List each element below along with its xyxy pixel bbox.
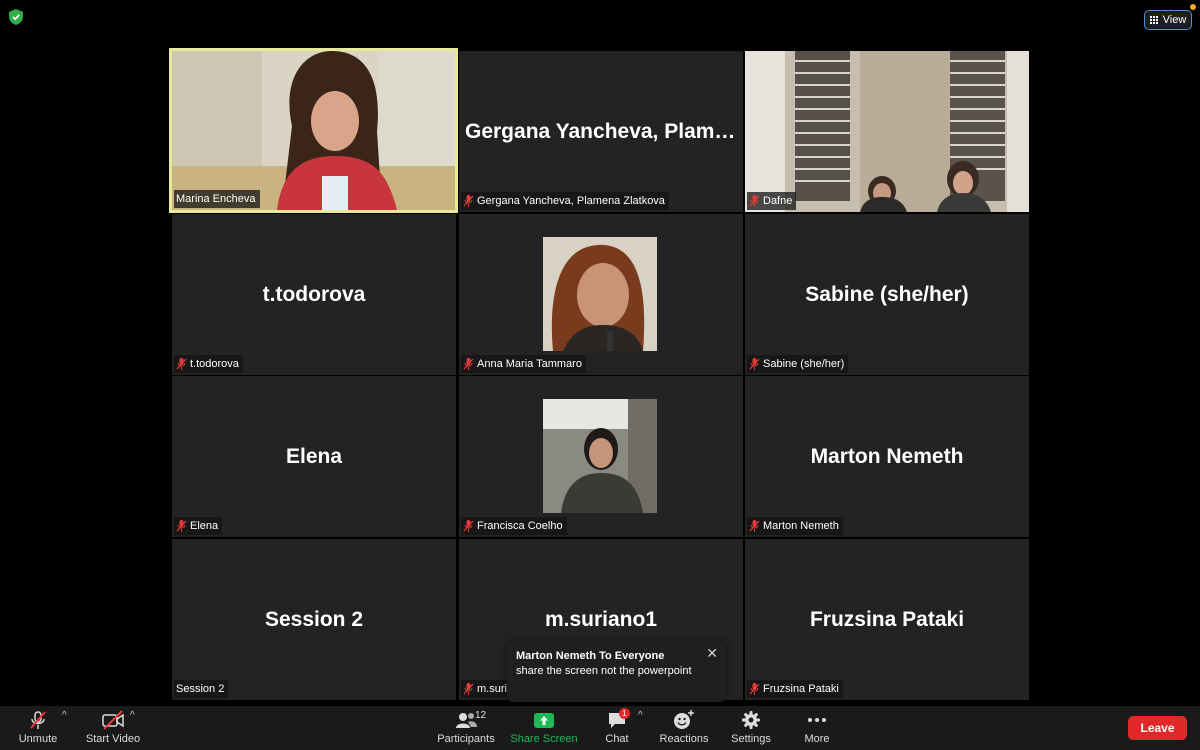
muted-mic-icon [176, 520, 187, 532]
participant-name-tag: Dafne [747, 192, 797, 210]
muted-mic-icon [463, 358, 474, 370]
chat-message: share the screen not the powerpoint [516, 665, 692, 677]
participant-name: Francisca Coelho [477, 520, 563, 532]
participant-display-name: Session 2 [264, 607, 364, 631]
muted-mic-icon [176, 358, 187, 370]
leave-button[interactable]: Leave [1128, 716, 1187, 740]
unmute-label: Unmute [18, 733, 58, 745]
participant-name: Anna Maria Tammaro [477, 358, 582, 370]
participant-profile-picture [543, 237, 657, 351]
chat-sender: Marton Nemeth To Everyone [516, 650, 665, 662]
participant-name: Fruzsina Pataki [763, 683, 839, 695]
participant-name: Dafne [763, 195, 793, 207]
more-dots-icon [808, 718, 826, 722]
video-tile-dafne[interactable]: Dafne [745, 51, 1029, 212]
participant-display-name: t.todorova [262, 282, 366, 306]
video-tile-anna-maria-tammaro[interactable]: Anna Maria Tammaro [459, 214, 743, 375]
muted-mic-icon [30, 711, 46, 729]
muted-mic-icon [463, 683, 474, 695]
video-tile-fruzsina-pataki[interactable]: Fruzsina Pataki Fruzsina Pataki [745, 539, 1029, 700]
grid-icon [1150, 16, 1159, 25]
chat-label: Chat [605, 733, 629, 745]
participant-video [745, 51, 1029, 212]
muted-mic-icon [749, 358, 760, 370]
participant-name-tag: Session 2 [174, 680, 229, 698]
view-button[interactable]: View [1144, 10, 1192, 30]
video-tile-marton-nemeth[interactable]: Marton Nemeth Marton Nemeth [745, 376, 1029, 537]
participant-name: Sabine (she/her) [763, 358, 845, 370]
video-tile-sabine[interactable]: Sabine (she/her) Sabine (she/her) [745, 214, 1029, 375]
participant-name-tag: Sabine (she/her) [747, 355, 849, 373]
participant-name-tag: Marina Encheva [174, 190, 260, 208]
muted-mic-icon [749, 195, 760, 207]
share-screen-button[interactable]: Share Screen [510, 706, 578, 750]
gear-icon [742, 711, 760, 729]
participant-name-tag: Fruzsina Pataki [747, 680, 843, 698]
participant-profile-picture [543, 399, 657, 513]
reactions-label: Reactions [659, 733, 709, 745]
audio-options-caret-icon[interactable]: ^ [62, 710, 67, 721]
participant-name-tag: Francisca Coelho [461, 517, 567, 535]
participant-name-tag: Gergana Yancheva, Plamena Zlatkova [461, 192, 669, 210]
video-tile-francisca-coelho[interactable]: Francisca Coelho [459, 376, 743, 537]
participant-display-name: Fruzsina Pataki [809, 607, 965, 631]
security-shield-icon[interactable] [9, 9, 23, 25]
notification-dot [1190, 4, 1196, 10]
participant-name-tag: Elena [174, 517, 223, 535]
participants-count: 12 [475, 710, 487, 721]
more-label: More [804, 733, 830, 745]
chat-notification-popup[interactable]: Marton Nemeth To Everyone share the scre… [507, 641, 726, 702]
video-tile-gergana-yancheva[interactable]: Gergana Yancheva, Plame... Gergana Yanch… [459, 51, 743, 212]
muted-mic-icon [463, 520, 474, 532]
settings-label: Settings [731, 733, 771, 745]
muted-mic-icon [749, 683, 760, 695]
participant-video [172, 51, 455, 210]
share-screen-label: Share Screen [510, 733, 578, 745]
participant-name-tag: Marton Nemeth [747, 517, 843, 535]
settings-button[interactable]: Settings [730, 706, 772, 750]
participant-name: Elena [190, 520, 219, 532]
participant-display-name: Elena [285, 444, 343, 468]
participant-name: Marton Nemeth [763, 520, 839, 532]
muted-mic-icon [463, 195, 474, 207]
chat-unread-badge: 1 [619, 708, 630, 719]
participant-display-name: Marton Nemeth [810, 444, 964, 468]
participants-label: Participants [437, 733, 495, 745]
reactions-icon [674, 710, 694, 729]
video-tile-marina-encheva[interactable]: Marina Encheva [169, 48, 458, 213]
close-icon[interactable]: ✕ [706, 646, 718, 661]
reactions-button[interactable]: Reactions [658, 706, 710, 750]
participant-name-tag: Anna Maria Tammaro [461, 355, 586, 373]
start-video-label: Start Video [85, 733, 141, 745]
participant-name: t.todorova [190, 358, 239, 370]
participants-button[interactable]: Participants [436, 706, 496, 750]
participant-name: Marina Encheva [176, 193, 256, 205]
share-screen-icon [534, 713, 554, 728]
more-button[interactable]: More [800, 706, 834, 750]
chat-options-caret-icon[interactable]: ^ [638, 710, 643, 721]
muted-mic-icon [749, 520, 760, 532]
unmute-button[interactable]: Unmute [14, 706, 62, 750]
participant-name: Session 2 [176, 683, 225, 695]
participant-display-name: Gergana Yancheva, Plame... [465, 119, 743, 143]
participant-name-tag: t.todorova [174, 355, 243, 373]
video-tile-elena[interactable]: Elena Elena [172, 376, 456, 537]
video-off-icon [102, 710, 124, 730]
participant-name: Gergana Yancheva, Plamena Zlatkova [477, 195, 665, 207]
video-tile-session-2[interactable]: Session 2 Session 2 [172, 539, 456, 700]
view-label: View [1162, 14, 1187, 26]
participant-display-name: Sabine (she/her) [805, 282, 969, 306]
video-tile-t-todorova[interactable]: t.todorova t.todorova [172, 214, 456, 375]
participant-display-name: m.suriano1 [544, 607, 658, 631]
video-options-caret-icon[interactable]: ^ [130, 710, 135, 721]
